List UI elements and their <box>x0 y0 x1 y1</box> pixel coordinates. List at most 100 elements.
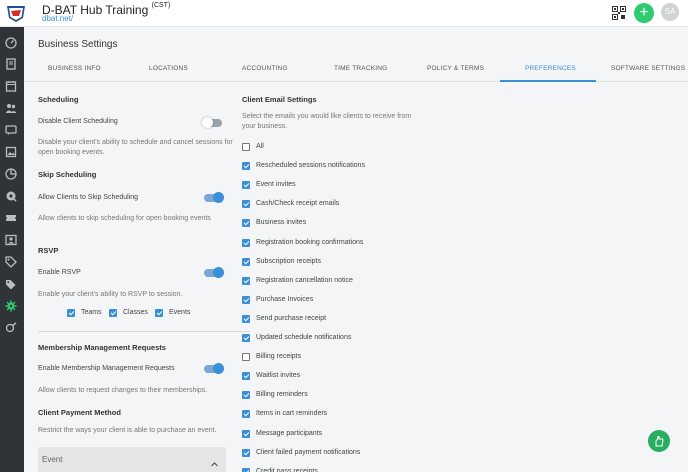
tab-time-tracking[interactable]: TIME TRACKING <box>334 65 387 72</box>
email-option-label: Credit pass receipts <box>256 468 318 472</box>
qr-code-icon[interactable] <box>612 6 626 20</box>
disable-scheduling-toggle[interactable] <box>202 117 222 128</box>
rsvp-teams-label: Teams <box>81 309 102 316</box>
email-option-checkbox[interactable] <box>242 143 250 151</box>
chevron-up-icon <box>211 455 218 467</box>
rsvp-description: Enable your client's ability to RSVP to … <box>38 291 183 298</box>
payment-method-title: Client Payment Method <box>38 408 121 417</box>
skip-scheduling-description: Allow clients to skip scheduling for ope… <box>38 215 211 222</box>
email-option-checkbox[interactable] <box>242 200 250 208</box>
sidebar <box>0 27 24 472</box>
membership-description: Allow clients to request changes to thei… <box>38 387 208 394</box>
skip-scheduling-title: Skip Scheduling <box>38 170 97 179</box>
email-option-label: Purchase Invoices <box>256 296 314 303</box>
page-title: Business Settings <box>38 39 118 50</box>
membership-requests-toggle[interactable] <box>204 363 224 374</box>
tab-accounting[interactable]: ACCOUNTING <box>242 65 288 72</box>
payment-method-value: Event <box>42 455 63 464</box>
settings-alt-icon[interactable] <box>5 190 17 202</box>
enable-rsvp-toggle[interactable] <box>204 267 224 278</box>
email-option-checkbox[interactable] <box>242 334 250 342</box>
email-option-label: Billing receipts <box>256 353 302 360</box>
email-settings-title: Client Email Settings <box>242 95 317 104</box>
timezone-label: (CST) <box>151 2 171 9</box>
email-option-checkbox[interactable] <box>242 181 250 189</box>
ticket-icon[interactable] <box>5 212 17 224</box>
image-icon[interactable] <box>5 146 17 158</box>
email-option-checkbox[interactable] <box>242 372 250 380</box>
rsvp-teams-checkbox[interactable] <box>67 309 75 317</box>
dbat-logo-icon[interactable] <box>5 3 27 23</box>
email-option-checkbox[interactable] <box>242 449 250 457</box>
email-option-checkbox[interactable] <box>242 391 250 399</box>
scheduling-title: Scheduling <box>38 95 79 104</box>
tags-icon[interactable] <box>5 278 17 290</box>
rsvp-events-label: Events <box>169 309 191 316</box>
reports-icon[interactable] <box>5 168 17 180</box>
email-option-checkbox[interactable] <box>242 277 250 285</box>
tab-locations[interactable]: LOCATIONS <box>149 65 188 72</box>
section-divider <box>38 331 250 332</box>
email-option-label: Billing reminders <box>256 391 308 398</box>
rsvp-events-checkbox[interactable] <box>155 309 163 317</box>
wrench-icon[interactable] <box>5 322 17 334</box>
hand-icon <box>655 436 664 447</box>
email-option-label: Business invites <box>256 219 307 226</box>
email-option-label: Send purchase receipt <box>256 315 327 322</box>
email-option-checkbox[interactable] <box>242 239 250 247</box>
tab-business-info[interactable]: BUSINESS INFO <box>48 65 101 72</box>
enable-rsvp-label: Enable RSVP <box>38 269 81 276</box>
email-option-label: Waitlist invites <box>256 372 301 379</box>
email-option-checkbox[interactable] <box>242 296 250 304</box>
top-bar: D-BAT Hub Training (CST) dbat.net/ + SA <box>0 0 688 27</box>
skip-scheduling-toggle[interactable] <box>204 192 224 203</box>
tab-policy-terms[interactable]: POLICY & TERMS <box>427 65 484 72</box>
email-option-checkbox[interactable] <box>242 353 250 361</box>
settings-tabs: BUSINESS INFO LOCATIONS ACCOUNTING TIME … <box>24 62 688 82</box>
email-option-label: Cash/Check receipt emails <box>256 200 340 207</box>
email-option-checkbox[interactable] <box>242 162 250 170</box>
email-settings-description: Select the emails you would like clients… <box>242 113 412 130</box>
calendar-icon[interactable] <box>5 80 17 92</box>
user-avatar[interactable]: SA <box>661 3 679 21</box>
app-url-link[interactable]: dbat.net/ <box>42 14 73 23</box>
email-option-checkbox[interactable] <box>242 315 250 323</box>
help-button[interactable] <box>648 430 670 452</box>
email-option-label: Updated schedule notifications <box>256 334 352 341</box>
email-option-checkbox[interactable] <box>242 219 250 227</box>
email-option-label: Client failed payment notifications <box>256 449 361 456</box>
tab-software-settings[interactable]: SOFTWARE SETTINGS <box>611 65 685 72</box>
toggle-knob <box>202 117 213 128</box>
email-option-checkbox[interactable] <box>242 430 250 438</box>
rsvp-title: RSVP <box>38 246 59 255</box>
email-option-checkbox[interactable] <box>242 410 250 418</box>
rsvp-classes-checkbox[interactable] <box>109 309 117 317</box>
membership-title: Membership Management Requests <box>38 343 166 352</box>
disable-scheduling-label: Disable Client Scheduling <box>38 118 118 125</box>
email-option-label: Rescheduled sessions notifications <box>256 162 365 169</box>
tab-preferences[interactable]: PREFERENCES <box>525 65 576 72</box>
toggle-knob <box>213 192 224 203</box>
payment-method-select[interactable]: Event <box>38 447 226 472</box>
email-option-checkbox[interactable] <box>242 468 250 472</box>
skip-scheduling-label: Allow Clients to Skip Scheduling <box>38 194 138 201</box>
active-tab-indicator <box>500 80 596 82</box>
tag-icon[interactable] <box>5 256 17 268</box>
book-icon[interactable] <box>5 58 17 70</box>
dashboard-icon[interactable] <box>5 37 17 49</box>
id-card-icon[interactable] <box>5 234 17 246</box>
membership-requests-label: Enable Membership Management Requests <box>38 365 175 372</box>
toggle-knob <box>213 267 224 278</box>
people-icon[interactable] <box>5 102 17 114</box>
rsvp-classes-label: Classes <box>123 309 148 316</box>
email-option-label: Registration booking confirmations <box>256 239 364 246</box>
add-button[interactable]: + <box>634 3 654 23</box>
chat-icon[interactable] <box>5 124 17 136</box>
email-option-label: All <box>256 143 264 150</box>
email-option-label: Registration cancellation notice <box>256 277 353 284</box>
scheduling-description: Disable your client's ability to schedul… <box>38 139 233 156</box>
email-option-checkbox[interactable] <box>242 258 250 266</box>
gear-icon[interactable] <box>5 300 17 312</box>
email-option-label: Subscription receipts <box>256 258 321 265</box>
email-option-label: Event invites <box>256 181 296 188</box>
